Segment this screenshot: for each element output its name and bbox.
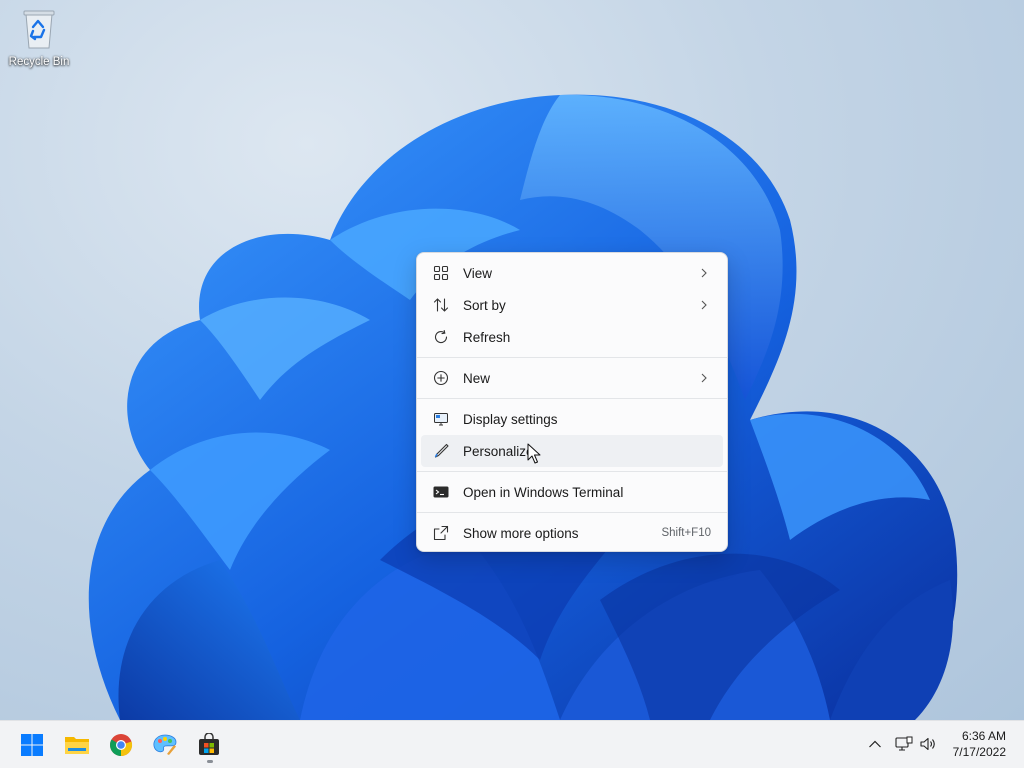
network-icon: [895, 736, 913, 751]
menu-item-label: View: [463, 265, 493, 281]
menu-item-label: Display settings: [463, 411, 558, 427]
paint-icon: [153, 734, 177, 755]
menu-item-view[interactable]: View: [421, 257, 723, 289]
menu-item-show-more-options[interactable]: Show more options Shift+F10: [421, 517, 723, 549]
menu-item-display-settings[interactable]: Display settings: [421, 403, 723, 435]
menu-separator: [417, 398, 727, 399]
network-button[interactable]: [893, 733, 915, 755]
keyboard-shortcut: Shift+F10: [661, 527, 711, 539]
windows-start-icon: [21, 734, 43, 756]
menu-item-label: New: [463, 370, 491, 386]
taskbar-clock[interactable]: 6:36 AM 7/17/2022: [953, 728, 1006, 760]
display-icon: [432, 410, 450, 428]
volume-icon: [920, 737, 935, 751]
menu-item-open-terminal[interactable]: Open in Windows Terminal: [421, 476, 723, 508]
menu-item-label: Personalize: [463, 443, 534, 459]
menu-item-personalize[interactable]: Personalize: [421, 435, 723, 467]
menu-separator: [417, 471, 727, 472]
refresh-icon: [432, 328, 450, 346]
volume-button[interactable]: [917, 733, 939, 755]
chevron-up-icon: [869, 740, 881, 748]
start-button[interactable]: [14, 727, 50, 763]
show-hidden-icons-button[interactable]: [864, 733, 886, 755]
menu-item-sort-by[interactable]: Sort by: [421, 289, 723, 321]
clock-time: 6:36 AM: [961, 729, 1006, 743]
menu-separator: [417, 512, 727, 513]
chrome-icon: [110, 734, 133, 757]
folder-icon: [65, 737, 89, 754]
desktop-context-menu: View Sort by Refresh New Display setting…: [416, 252, 728, 552]
menu-separator: [417, 357, 727, 358]
taskbar: 6:36 AM 7/17/2022: [0, 720, 1024, 768]
store-icon: [199, 733, 219, 755]
brush-icon: [432, 442, 450, 460]
plus-circle-icon: [432, 369, 450, 387]
menu-item-new[interactable]: New: [421, 362, 723, 394]
terminal-icon: [432, 483, 450, 501]
menu-item-label: Open in Windows Terminal: [463, 484, 624, 500]
desktop[interactable]: Recycle Bin View Sort by Refresh New Dis…: [0, 0, 1024, 720]
menu-item-label: Sort by: [463, 297, 506, 313]
taskbar-store[interactable]: [191, 727, 227, 763]
desktop-icon-recycle-bin[interactable]: Recycle Bin: [6, 8, 72, 68]
grid-icon: [432, 264, 450, 282]
clock-date: 7/17/2022: [952, 745, 1006, 759]
chevron-right-icon: [701, 268, 707, 278]
menu-item-refresh[interactable]: Refresh: [421, 321, 723, 353]
taskbar-file-explorer[interactable]: [59, 727, 95, 763]
desktop-icon-label: Recycle Bin: [8, 56, 70, 68]
chevron-right-icon: [701, 373, 707, 383]
sort-icon: [432, 296, 450, 314]
taskbar-chrome[interactable]: [103, 727, 139, 763]
recycle-bin-icon: [19, 8, 59, 50]
mouse-cursor-icon: [527, 443, 541, 464]
share-icon: [432, 524, 450, 542]
chevron-right-icon: [701, 300, 707, 310]
menu-item-label: Show more options: [463, 525, 579, 541]
taskbar-paint[interactable]: [147, 727, 183, 763]
menu-item-label: Refresh: [463, 329, 511, 345]
